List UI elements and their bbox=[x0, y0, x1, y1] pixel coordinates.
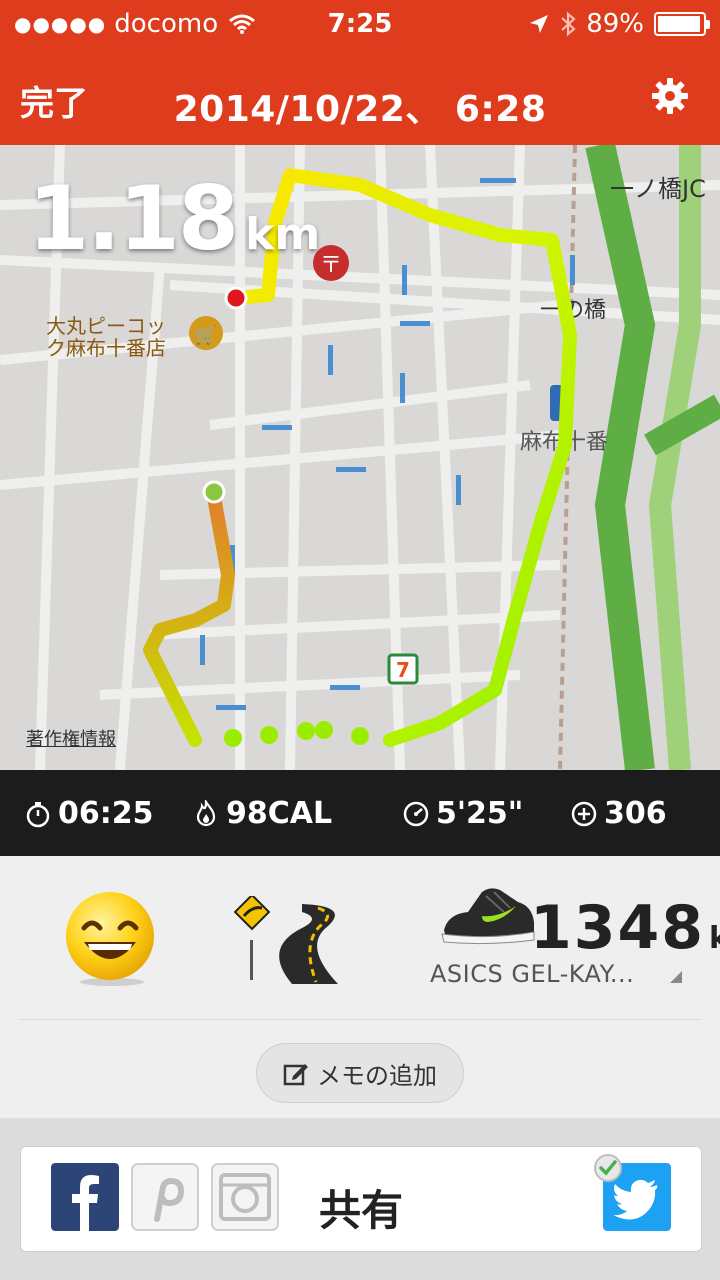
stat-fuel: 306 bbox=[570, 796, 667, 831]
header: ●●●●● docomo 7:25 89% 完了 2014/10/22、 6:2… bbox=[0, 0, 720, 145]
stat-calories: 98CAL bbox=[192, 796, 332, 831]
add-memo-label: メモの追加 bbox=[317, 1061, 437, 1090]
share-label: 共有 bbox=[318, 1186, 403, 1235]
distance-value: 1.18 bbox=[28, 167, 239, 270]
stats-bar: 06:25 98CAL 5'25" 306 bbox=[0, 770, 720, 856]
stat-duration: 06:25 bbox=[24, 796, 154, 831]
app-root: ●●●●● docomo 7:25 89% 完了 2014/10/22、 6:2… bbox=[0, 0, 720, 1280]
shoe-distance: 1348km bbox=[530, 898, 720, 958]
calories-value: 98CAL bbox=[226, 796, 333, 831]
duration-value: 06:25 bbox=[58, 796, 154, 831]
map-label-jct: 一ノ橋JC bbox=[610, 175, 706, 203]
shoe-distance-unit: km bbox=[709, 921, 720, 956]
svg-text:🛒: 🛒 bbox=[195, 324, 217, 346]
pace-value: 5'25" bbox=[436, 796, 524, 831]
route-end-marker bbox=[224, 286, 248, 310]
run-details: 1348km ASICS GEL-KAY... メモの追加 bbox=[0, 856, 720, 1118]
status-bar: ●●●●● docomo 7:25 89% bbox=[0, 0, 720, 48]
distance-unit: km bbox=[245, 209, 321, 260]
route-gap-dots bbox=[224, 721, 369, 747]
fuel-plus-icon bbox=[571, 801, 597, 826]
stat-pace: 5'25" bbox=[402, 796, 523, 831]
svg-text:7: 7 bbox=[396, 658, 410, 682]
shoe-dropdown-caret-icon[interactable] bbox=[670, 971, 682, 983]
mood-emoji-icon[interactable] bbox=[62, 890, 158, 986]
divider bbox=[20, 1019, 700, 1020]
page-title: 2014/10/22、 6:28 bbox=[173, 89, 547, 130]
twitter-checkmark-icon bbox=[594, 1154, 622, 1182]
bluetooth-icon bbox=[561, 11, 576, 37]
copyright-link[interactable]: 著作権情報 bbox=[26, 725, 116, 751]
stopwatch-icon bbox=[26, 801, 50, 827]
speedometer-icon bbox=[403, 801, 429, 826]
shoe-distance-value: 1348 bbox=[530, 893, 705, 963]
share-bar: 共有 bbox=[20, 1146, 702, 1252]
battery-icon bbox=[654, 12, 710, 36]
route-start-marker bbox=[202, 480, 226, 504]
map-label-store-1: 大丸ピーコッ bbox=[46, 314, 166, 338]
add-memo-button[interactable]: メモの追加 bbox=[256, 1043, 464, 1103]
fuel-value: 306 bbox=[604, 796, 667, 831]
terrain-road-icon[interactable] bbox=[232, 896, 352, 986]
flame-icon bbox=[196, 799, 216, 826]
distance-display: 1.18 km bbox=[28, 175, 320, 263]
shoe-icon[interactable] bbox=[438, 878, 538, 948]
location-arrow-icon bbox=[530, 15, 549, 33]
route-map[interactable]: 〒 🛒 7 一ノ橋JC 一の橋 麻布十番 大丸ピーコッ ク麻布十番店 1.18 … bbox=[0, 145, 720, 770]
nav-bar: 完了 2014/10/22、 6:28 bbox=[0, 60, 720, 140]
share-section: 共有 bbox=[0, 1118, 720, 1280]
route-line-start bbox=[143, 490, 235, 747]
battery-percent: 89% bbox=[586, 9, 644, 39]
map-label-store-2: ク麻布十番店 bbox=[46, 336, 166, 360]
shoe-name[interactable]: ASICS GEL-KAY... bbox=[430, 960, 634, 988]
edit-note-icon bbox=[283, 1064, 308, 1086]
settings-gear-icon[interactable] bbox=[650, 76, 690, 116]
svg-text:〒: 〒 bbox=[320, 253, 342, 278]
